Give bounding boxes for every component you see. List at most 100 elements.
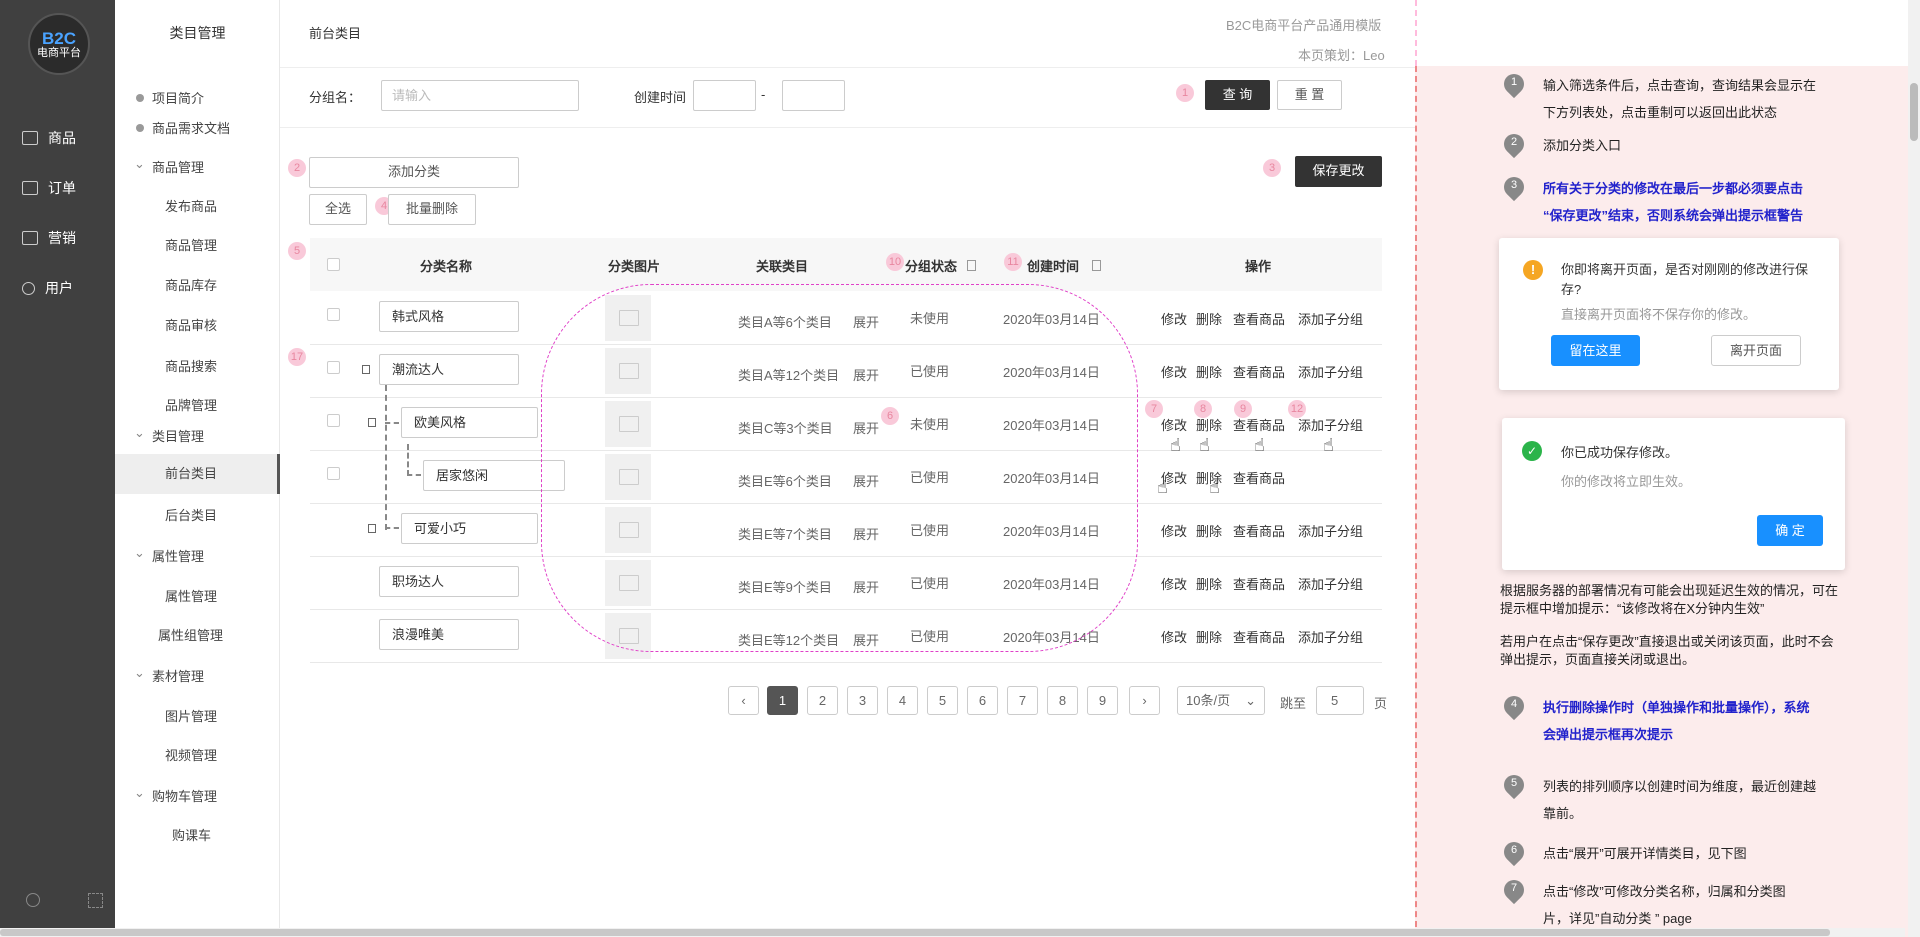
sort-icon[interactable] [967,260,976,271]
scrollbar-thumb[interactable] [1910,83,1918,141]
page-button-5[interactable]: 5 [927,686,958,715]
page-button-4[interactable]: 4 [887,686,918,715]
confirm-button[interactable]: 确 定 [1757,515,1823,546]
delete-button[interactable]: 删除 [1196,574,1222,593]
batch-delete-button[interactable]: 批量删除 [388,194,476,225]
sidebar-item-course-cart[interactable]: 购课车 [172,825,211,844]
select-all-button[interactable]: 全选 [309,194,367,225]
view-goods-button[interactable]: 查看商品 [1233,362,1285,381]
next-page-button[interactable]: › [1129,686,1160,715]
sidebar-item-prd[interactable]: 商品需求文档 [136,118,230,137]
edit-button[interactable]: 修改 [1161,309,1187,328]
start-date-input[interactable] [693,80,756,111]
nav-goods[interactable]: 商品 [22,128,76,148]
scrollbar-thumb[interactable] [0,929,1830,936]
prev-page-button[interactable]: ‹ [728,686,759,715]
add-category-button[interactable]: 添加分类 [309,157,519,188]
delete-button[interactable]: 删除 [1196,521,1222,540]
add-subgroup-button[interactable]: 添加子分组 [1298,362,1363,381]
delete-button[interactable]: 删除 [1196,309,1222,328]
stay-button[interactable]: 留在这里 [1551,335,1640,366]
add-subgroup-button[interactable]: 添加子分组 [1298,415,1363,434]
leave-button[interactable]: 离开页面 [1711,335,1801,366]
row-checkbox[interactable] [327,361,340,374]
sidebar-group-material[interactable]: 素材管理 [136,666,204,685]
jump-input[interactable]: 5 [1316,686,1364,715]
category-name-field[interactable]: 潮流达人 [379,354,519,385]
edit-button[interactable]: 修改 [1161,362,1187,381]
app-logo[interactable]: B2C 电商平台 [28,13,90,75]
sidebar-item-attribute[interactable]: 属性管理 [165,586,217,605]
sidebar-group-category[interactable]: 类目管理 [136,426,204,445]
page-button-1[interactable]: 1 [767,686,798,715]
header-checkbox[interactable] [327,258,340,271]
note-text: 添加分类入口 [1543,138,1622,153]
page-suffix: 页 [1374,696,1388,711]
page-button-9[interactable]: 9 [1087,686,1118,715]
sidebar-item-attribute-group[interactable]: 属性组管理 [158,625,223,644]
sidebar-group-goods[interactable]: 商品管理 [136,157,204,176]
edit-button[interactable]: 修改 [1161,574,1187,593]
page-button-3[interactable]: 3 [847,686,878,715]
sidebar-item-images[interactable]: 图片管理 [165,706,217,725]
group-name-label: 分组名： [309,90,362,105]
row-checkbox[interactable] [327,414,340,427]
category-name-field[interactable]: 韩式风格 [379,301,519,332]
sidebar-group-attribute[interactable]: 属性管理 [136,546,204,565]
page-button-7[interactable]: 7 [1007,686,1038,715]
sidebar-item-videos[interactable]: 视频管理 [165,745,217,764]
category-name-field[interactable]: 欧美风格 [401,407,538,438]
sidebar-item-goods-manage[interactable]: 商品管理 [165,235,217,254]
reset-button[interactable]: 重 置 [1277,80,1342,110]
sidebar-group-cart[interactable]: 购物车管理 [136,786,217,805]
end-date-input[interactable] [782,80,845,111]
row-checkbox[interactable] [327,308,340,321]
tree-toggle-icon[interactable] [362,365,370,374]
col-status[interactable]: 分组状态 [905,256,957,275]
sidebar-item-intro[interactable]: 项目简介 [136,88,204,107]
category-name-field[interactable]: 职场达人 [379,566,519,597]
view-goods-button[interactable]: 查看商品 [1233,468,1285,487]
save-changes-button[interactable]: 保存更改 [1295,156,1382,187]
page-size-select[interactable]: 10条/页 ⌄ [1177,686,1265,715]
page-button-6[interactable]: 6 [967,686,998,715]
nav-orders[interactable]: 订单 [22,178,76,198]
category-name-field[interactable]: 浪漫唯美 [379,619,519,650]
category-name-field[interactable]: 可爱小巧 [401,513,538,544]
delete-button[interactable]: 删除 [1196,627,1222,646]
edit-button[interactable]: 修改 [1161,415,1187,434]
edit-button[interactable]: 修改 [1161,627,1187,646]
page-button-8[interactable]: 8 [1047,686,1078,715]
edit-button[interactable]: 修改 [1161,521,1187,540]
check-circle-icon: ✓ [1522,441,1542,461]
view-goods-button[interactable]: 查看商品 [1233,574,1285,593]
sidebar-item-search[interactable]: 商品搜索 [165,356,217,375]
add-subgroup-button[interactable]: 添加子分组 [1298,521,1363,540]
settings-icon[interactable] [26,893,40,907]
add-subgroup-button[interactable]: 添加子分组 [1298,574,1363,593]
sort-icon[interactable] [1092,260,1101,271]
group-name-input[interactable]: 请输入 [381,80,579,111]
tree-toggle-icon[interactable] [368,524,376,533]
sidebar-item-stock[interactable]: 商品库存 [165,275,217,294]
sidebar-item-brand[interactable]: 品牌管理 [165,395,217,414]
col-created[interactable]: 创建时间 [1027,256,1079,275]
col-related: 关联类目 [756,259,809,274]
view-goods-button[interactable]: 查看商品 [1233,521,1285,540]
add-subgroup-button[interactable]: 添加子分组 [1298,627,1363,646]
delete-button[interactable]: 删除 [1196,362,1222,381]
sidebar-item-publish[interactable]: 发布商品 [165,196,217,215]
fullscreen-icon[interactable] [88,893,103,908]
nav-marketing[interactable]: 营销 [22,228,76,248]
query-button[interactable]: 查 询 [1205,80,1270,110]
sidebar-item-front-category[interactable]: 前台类目 [115,454,280,494]
nav-users[interactable]: 用户 [22,278,73,298]
add-subgroup-button[interactable]: 添加子分组 [1298,309,1363,328]
sidebar-item-back-category[interactable]: 后台类目 [165,505,217,524]
tree-toggle-icon[interactable] [368,418,376,427]
page-button-2[interactable]: 2 [807,686,838,715]
view-goods-button[interactable]: 查看商品 [1233,627,1285,646]
sidebar-item-review[interactable]: 商品审核 [165,315,217,334]
view-goods-button[interactable]: 查看商品 [1233,309,1285,328]
row-checkbox[interactable] [327,467,340,480]
